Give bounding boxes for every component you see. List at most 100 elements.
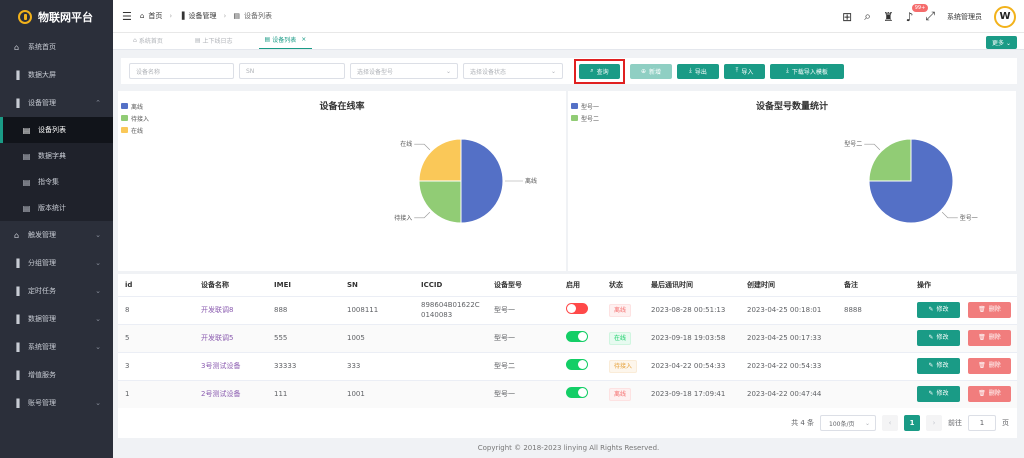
tab-home[interactable]: ⌂ 系统首页 — [127, 36, 169, 49]
pagination: 共 4 条 100条/页 ⌄ ‹ 1 › 前往 1 页 — [118, 408, 1017, 438]
sidebar-item-label: 系统管理 — [28, 343, 56, 351]
delete-button[interactable]: 🗑 删除 — [968, 358, 1011, 374]
cell-last-comm: 2023-08-28 00:51:13 — [644, 296, 740, 325]
doc-icon: ▤ — [264, 36, 271, 43]
close-icon[interactable]: × — [301, 36, 306, 43]
cell-imei: 888 — [267, 296, 340, 325]
tab-label: 系统首页 — [138, 38, 163, 45]
legend-item[interactable]: 型号二 — [571, 112, 599, 124]
bell-icon[interactable]: ♪ 99+ — [906, 3, 929, 24]
breadcrumb-item[interactable]: 设备管理 — [189, 11, 217, 21]
goto-page-input[interactable]: 1 — [968, 415, 996, 431]
sidebar-item-system-management[interactable]: ▐ 系统管理 ⌄ — [0, 333, 113, 361]
tabs-bar: ⌂ 系统首页 ▤ 上下线日志 ▤ 设备列表 × 更多 ⌄ — [113, 33, 1024, 50]
enable-toggle[interactable] — [566, 387, 588, 398]
legend-item[interactable]: 型号一 — [571, 100, 599, 112]
tab-device-list[interactable]: ▤ 设备列表 × — [258, 35, 313, 49]
total-count: 共 4 条 — [791, 419, 814, 427]
sidebar-item-account-management[interactable]: ▐ 账号管理 ⌄ — [0, 389, 113, 417]
download-template-button[interactable]: ⤓ 下载导入模板 — [770, 63, 844, 79]
chart-title: 设备型号数量统计 — [755, 102, 828, 112]
hamburger-menu-icon[interactable]: ☰ — [122, 10, 132, 23]
tab-online-log[interactable]: ▤ 上下线日志 — [189, 36, 239, 49]
sidebar-item-device-management[interactable]: ▐ 设备管理 ⌃ — [0, 89, 113, 117]
export-button[interactable]: ⤓ 导出 — [677, 63, 719, 79]
legend-swatch — [571, 115, 578, 121]
sidebar-item-device-list[interactable]: ▤ 设备列表 — [0, 117, 113, 143]
fullscreen-icon[interactable]: ⤢ — [925, 9, 935, 24]
legend-swatch — [121, 115, 128, 121]
prev-page-button[interactable]: ‹ — [882, 415, 898, 431]
more-tabs-button[interactable]: 更多 ⌄ — [986, 36, 1017, 49]
sidebar-item-dashboard[interactable]: ▐ 数据大屏 — [0, 61, 113, 89]
edit-icon: ✎ — [928, 390, 934, 397]
edit-button[interactable]: ✎ 修改 — [917, 330, 960, 346]
sn-input[interactable]: SN — [239, 63, 345, 79]
cell-device-name[interactable]: 开发联调5 — [194, 324, 267, 353]
chevron-down-icon: ⌄ — [95, 343, 101, 351]
cell-device-name[interactable]: 开发联调8 — [194, 296, 267, 325]
next-page-button[interactable]: › — [926, 415, 942, 431]
sidebar-item-group-management[interactable]: ▐ 分组管理 ⌄ — [0, 249, 113, 277]
cell-remark — [837, 352, 910, 381]
column-header: IMEI — [267, 274, 340, 297]
bar-chart-icon: ▐ — [13, 314, 20, 324]
avatar[interactable]: W — [994, 5, 1016, 28]
edit-button[interactable]: ✎ 修改 — [917, 358, 960, 374]
breadcrumb-item[interactable]: 首页 — [148, 11, 162, 21]
sidebar-item-label: 数据字典 — [38, 152, 66, 160]
sidebar-item-trigger-management[interactable]: ⌂ 触发管理 ⌄ — [0, 221, 113, 249]
doc-icon: ▤ — [22, 203, 31, 213]
sidebar-item-value-added-services[interactable]: ▐ 增值服务 — [0, 361, 113, 389]
column-header: 创建时间 — [740, 274, 837, 297]
import-label: 导入 — [741, 68, 754, 76]
cell-actions: ✎ 修改 🗑 删除 — [910, 380, 1017, 409]
chart-legend: 离线待接入 在线 — [121, 100, 149, 136]
enable-toggle[interactable] — [566, 331, 588, 342]
sidebar-item-data-management[interactable]: ▐ 数据管理 ⌄ — [0, 305, 113, 333]
pie-slice-0[interactable] — [460, 138, 504, 224]
delete-button[interactable]: 🗑 删除 — [968, 386, 1011, 402]
cell-device-name[interactable]: 2号测试设备 — [194, 380, 267, 409]
brand-logo-icon — [18, 9, 32, 24]
sidebar-item-scheduled-tasks[interactable]: ▐ 定时任务 ⌄ — [0, 277, 113, 305]
legend-label: 待接入 — [131, 115, 150, 123]
sidebar-item-version-stats[interactable]: ▤ 版本统计 — [0, 195, 113, 221]
layout-icon[interactable]: ⊞ — [842, 10, 852, 24]
edit-label: 修改 — [936, 362, 949, 369]
edit-button[interactable]: ✎ 修改 — [917, 386, 960, 402]
query-button[interactable]: ⌕ 查询 — [579, 63, 620, 79]
username[interactable]: 系统管理员 — [947, 12, 982, 22]
shirt-icon[interactable]: ♜ — [883, 10, 894, 24]
sidebar-item-data-dictionary[interactable]: ▤ 数据字典 — [0, 143, 113, 169]
legend-item[interactable]: 待接入 — [121, 112, 149, 124]
upload-icon: ⤒ — [735, 67, 739, 74]
enable-toggle[interactable] — [566, 303, 588, 314]
device-table: id 设备名称 IMEI SN ICCID 设备型号 启用 状态 最后通讯时间 … — [118, 274, 1017, 409]
device-name-input[interactable]: 设备名称 — [129, 63, 234, 79]
sidebar-item-command-set[interactable]: ▤ 指令集 — [0, 169, 113, 195]
edit-button[interactable]: ✎ 修改 — [917, 302, 960, 318]
doc-icon: ▤ — [22, 151, 31, 161]
delete-button[interactable]: 🗑 删除 — [968, 302, 1011, 318]
search-icon[interactable]: ⌕ — [864, 9, 871, 24]
device-model-select[interactable]: 选择设备型号 ⌄ — [350, 63, 458, 79]
filter-bar: 设备名称 SN 选择设备型号 ⌄ 选择设备状态 ⌄ ⌕ 查询 ⊕ 新增 ⤓ 导出… — [121, 58, 1017, 84]
device-status-select[interactable]: 选择设备状态 ⌄ — [463, 63, 563, 79]
legend-item[interactable]: 离线 — [121, 100, 149, 112]
pie-label: 离线 — [525, 177, 537, 185]
page-number-button[interactable]: 1 — [904, 415, 920, 431]
sidebar-item-home[interactable]: ⌂ 系统首页 — [0, 33, 113, 61]
page-size-select[interactable]: 100条/页 ⌄ — [820, 415, 876, 431]
sidebar-item-label: 数据大屏 — [28, 71, 56, 79]
enable-toggle[interactable] — [566, 359, 588, 370]
add-label: 新增 — [649, 68, 662, 76]
edit-icon: ✎ — [928, 306, 934, 313]
import-button[interactable]: ⤒ 导入 — [724, 63, 765, 79]
edit-label: 修改 — [936, 306, 949, 313]
legend-item[interactable]: 在线 — [121, 124, 149, 136]
legend-label: 型号一 — [581, 103, 600, 111]
add-button[interactable]: ⊕ 新增 — [630, 63, 672, 79]
delete-button[interactable]: 🗑 删除 — [968, 330, 1011, 346]
cell-device-name[interactable]: 3号测试设备 — [194, 352, 267, 381]
